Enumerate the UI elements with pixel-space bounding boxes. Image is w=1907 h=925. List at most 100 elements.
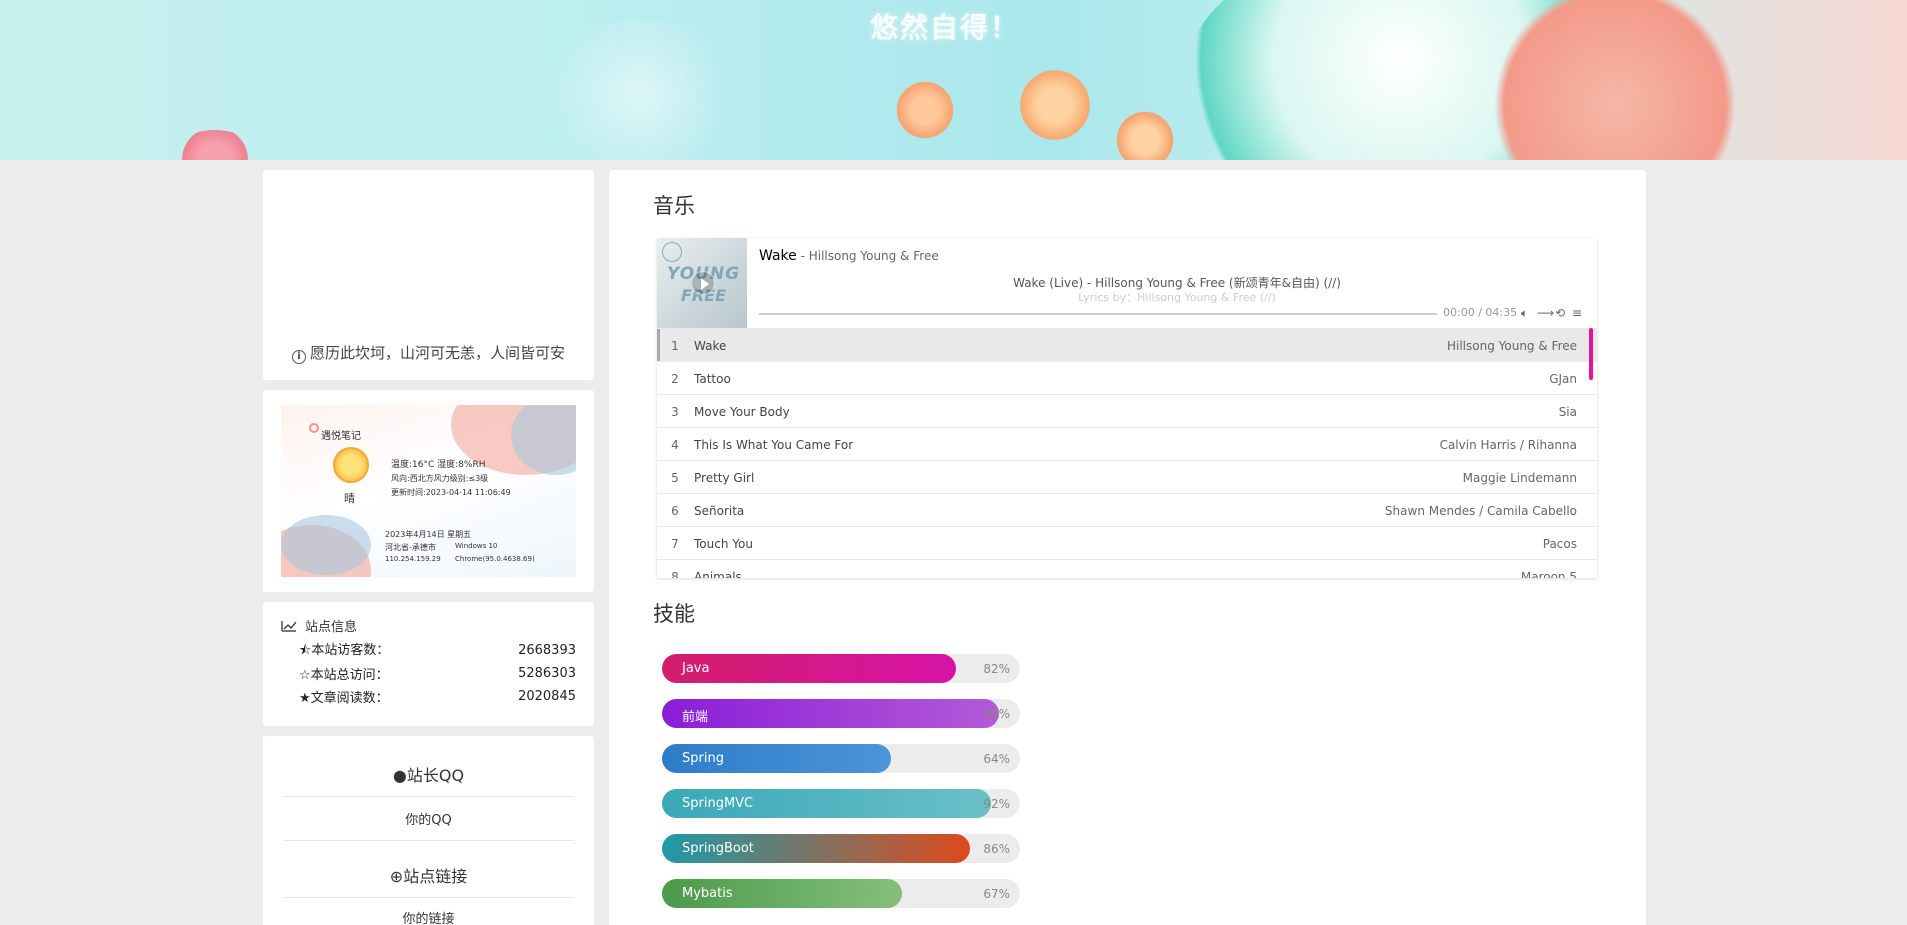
weather-card: 遇悦笔记 晴 温度:16°C 湿度:8%RH 风向:西北方风力级别:≤3级 更新… [263, 390, 594, 592]
banner-title: 悠然自得！ [870, 11, 1021, 44]
skill-bar-fill [662, 699, 999, 728]
skill-percent: 92% [983, 797, 1010, 811]
stats-header: 站点信息 [281, 616, 576, 635]
site-stats-card: 站点信息 ⯪本站访客数： 2668393 ☆本站总访问： 5286303 ★文章… [263, 602, 594, 726]
track-name: This Is What You Came For [694, 438, 854, 452]
playlist-item[interactable]: 5 Pretty Girl Maggie Lindemann [657, 460, 1597, 493]
track-name: Move Your Body [694, 405, 790, 419]
weather-ip: 110.254.159.29 [385, 555, 441, 563]
stat-value: 5286303 [518, 666, 576, 681]
track-name: Wake [694, 339, 727, 353]
skill-name: Spring [682, 751, 724, 766]
track-artist: Shawn Mendes / Camila Cabello [1384, 504, 1577, 518]
track-name: Animals [694, 570, 742, 578]
time-display: 00:00 / 04:35 [1443, 306, 1518, 319]
stats-title: 站点信息 [305, 620, 358, 635]
skill-bar: Mybatis 67% [662, 879, 1020, 908]
stat-label: 文章阅读数： [310, 691, 389, 706]
weather-temp: 温度:16°C 湿度:8%RH [391, 460, 486, 470]
skill-bar: SpringBoot 86% [662, 834, 1020, 863]
skill-name: SpringBoot [682, 841, 754, 856]
weather-heading: 遇悦笔记 [321, 431, 361, 442]
track-number: 3 [671, 405, 679, 419]
skill-name: Java [682, 661, 710, 676]
sun-icon [333, 447, 369, 483]
motto-text: 愿历此坎坷，山河可无恙，人间皆可安 [309, 344, 565, 362]
stat-value: 2020845 [518, 689, 576, 704]
skill-name: 前端 [682, 710, 709, 725]
track-number: 4 [671, 438, 679, 452]
track-number: 8 [671, 570, 679, 578]
stat-label: 本站访客数： [311, 642, 390, 658]
line-chart-icon [281, 620, 297, 632]
playlist-item[interactable]: 4 This Is What You Came For Calvin Harri… [657, 427, 1597, 460]
stat-row-reads: ★文章阅读数： 2020845 [299, 685, 576, 708]
weather-browser: Chrome(95.0.4638.69) [455, 555, 535, 563]
skill-percent: 64% [983, 752, 1010, 766]
header-banner: 悠然自得！ [0, 0, 1907, 160]
contact-card: ●站长QQ 你的QQ ⊕站点链接 你的链接 [263, 736, 594, 925]
stat-row-visitors: ⯪本站访客数： 2668393 [299, 639, 576, 662]
playlist: 1 Wake Hillsong Young & Free 2 Tattoo GJ… [657, 328, 1597, 578]
track-name: Touch You [694, 537, 753, 551]
weather-date: 2023年4月14日 星期五 [385, 530, 472, 539]
qq-link[interactable]: 你的QQ [283, 796, 574, 841]
playlist-item[interactable]: 7 Touch You Pacos [657, 526, 1597, 559]
weather-condition: 晴 [344, 492, 355, 505]
track-name: Tattoo [694, 372, 731, 386]
track-number: 2 [671, 372, 679, 386]
playlist-item[interactable]: 8 Animals Maroon 5 [657, 559, 1597, 578]
track-artist: Hillsong Young & Free [1446, 339, 1577, 353]
track-artist: - Hillsong Young & Free [796, 249, 939, 263]
volume-icon[interactable]: 🔈︎ [1521, 306, 1528, 321]
track-artist: Maroon 5 [1520, 570, 1577, 578]
main-content: 音乐 YOUNG FREE Wake - Hillsong Young & Fr… [609, 170, 1646, 925]
menu-icon[interactable]: ≡ [1572, 306, 1582, 320]
playlist-item[interactable]: 6 Señorita Shawn Mendes / Camila Cabello [657, 493, 1597, 526]
weather-os: Windows 10 [455, 542, 498, 550]
skill-percent: 94% [983, 707, 1010, 721]
info-icon: i [291, 350, 306, 364]
skill-name: SpringMVC [682, 796, 754, 811]
track-name: Señorita [694, 504, 745, 518]
skill-percent: 82% [983, 662, 1010, 676]
playlist-scrollbar[interactable] [1589, 328, 1593, 380]
track-artist: Sia [1558, 405, 1577, 419]
track-artist: Maggie Lindemann [1462, 471, 1577, 485]
skills-section-title: 技能 [653, 602, 695, 626]
progress-bar[interactable] [759, 313, 1437, 315]
track-number: 7 [671, 537, 679, 551]
playlist-item[interactable]: 3 Move Your Body Sia [657, 394, 1597, 427]
track-artist: Pacos [1542, 537, 1577, 551]
motto: i 愿历此坎坷，山河可无恙，人间皆可安 [263, 342, 594, 364]
weather-wind: 风向:西北方风力级别:≤3级 [391, 474, 489, 483]
site-link[interactable]: 你的链接 [283, 897, 574, 925]
playlist-item[interactable]: 2 Tattoo GJan [657, 361, 1597, 394]
order-icon[interactable]: ⟶ [1537, 306, 1554, 320]
music-section-title: 音乐 [653, 194, 695, 218]
stat-label: 本站总访问： [310, 668, 389, 683]
star-half-icon: ⯪ [299, 642, 312, 658]
track-number: 5 [671, 471, 679, 485]
lyric-next: Lyrics by：Hillsong Young & Free (//) [1078, 291, 1276, 304]
track-name: Pretty Girl [694, 471, 755, 485]
loop-icon[interactable]: ⟲ [1555, 306, 1565, 320]
skill-name: Mybatis [682, 886, 733, 901]
site-link-heading: ⊕站点链接 [263, 863, 594, 887]
qq-title: 站长QQ [406, 766, 465, 785]
album-cover[interactable]: YOUNG FREE [657, 238, 747, 328]
skill-bar: Java 82% [662, 654, 1020, 683]
site-link-title: 站点链接 [403, 867, 468, 886]
weather-location: 河北省-承德市 [385, 543, 436, 552]
qq-heading: ●站长QQ [263, 762, 594, 786]
now-playing: Wake - Hillsong Young & Free [759, 248, 939, 264]
profile-card: i 愿历此坎坷，山河可无恙，人间皆可安 [263, 170, 594, 380]
track-title: Wake [759, 248, 797, 264]
hillsong-logo [662, 242, 682, 262]
skill-bar: Spring 64% [662, 744, 1020, 773]
play-icon[interactable] [691, 271, 715, 295]
playlist-item[interactable]: 1 Wake Hillsong Young & Free [657, 328, 1597, 361]
track-artist: GJan [1549, 372, 1577, 386]
skill-percent: 67% [983, 887, 1010, 901]
skill-bar: 前端 94% [662, 699, 1020, 728]
